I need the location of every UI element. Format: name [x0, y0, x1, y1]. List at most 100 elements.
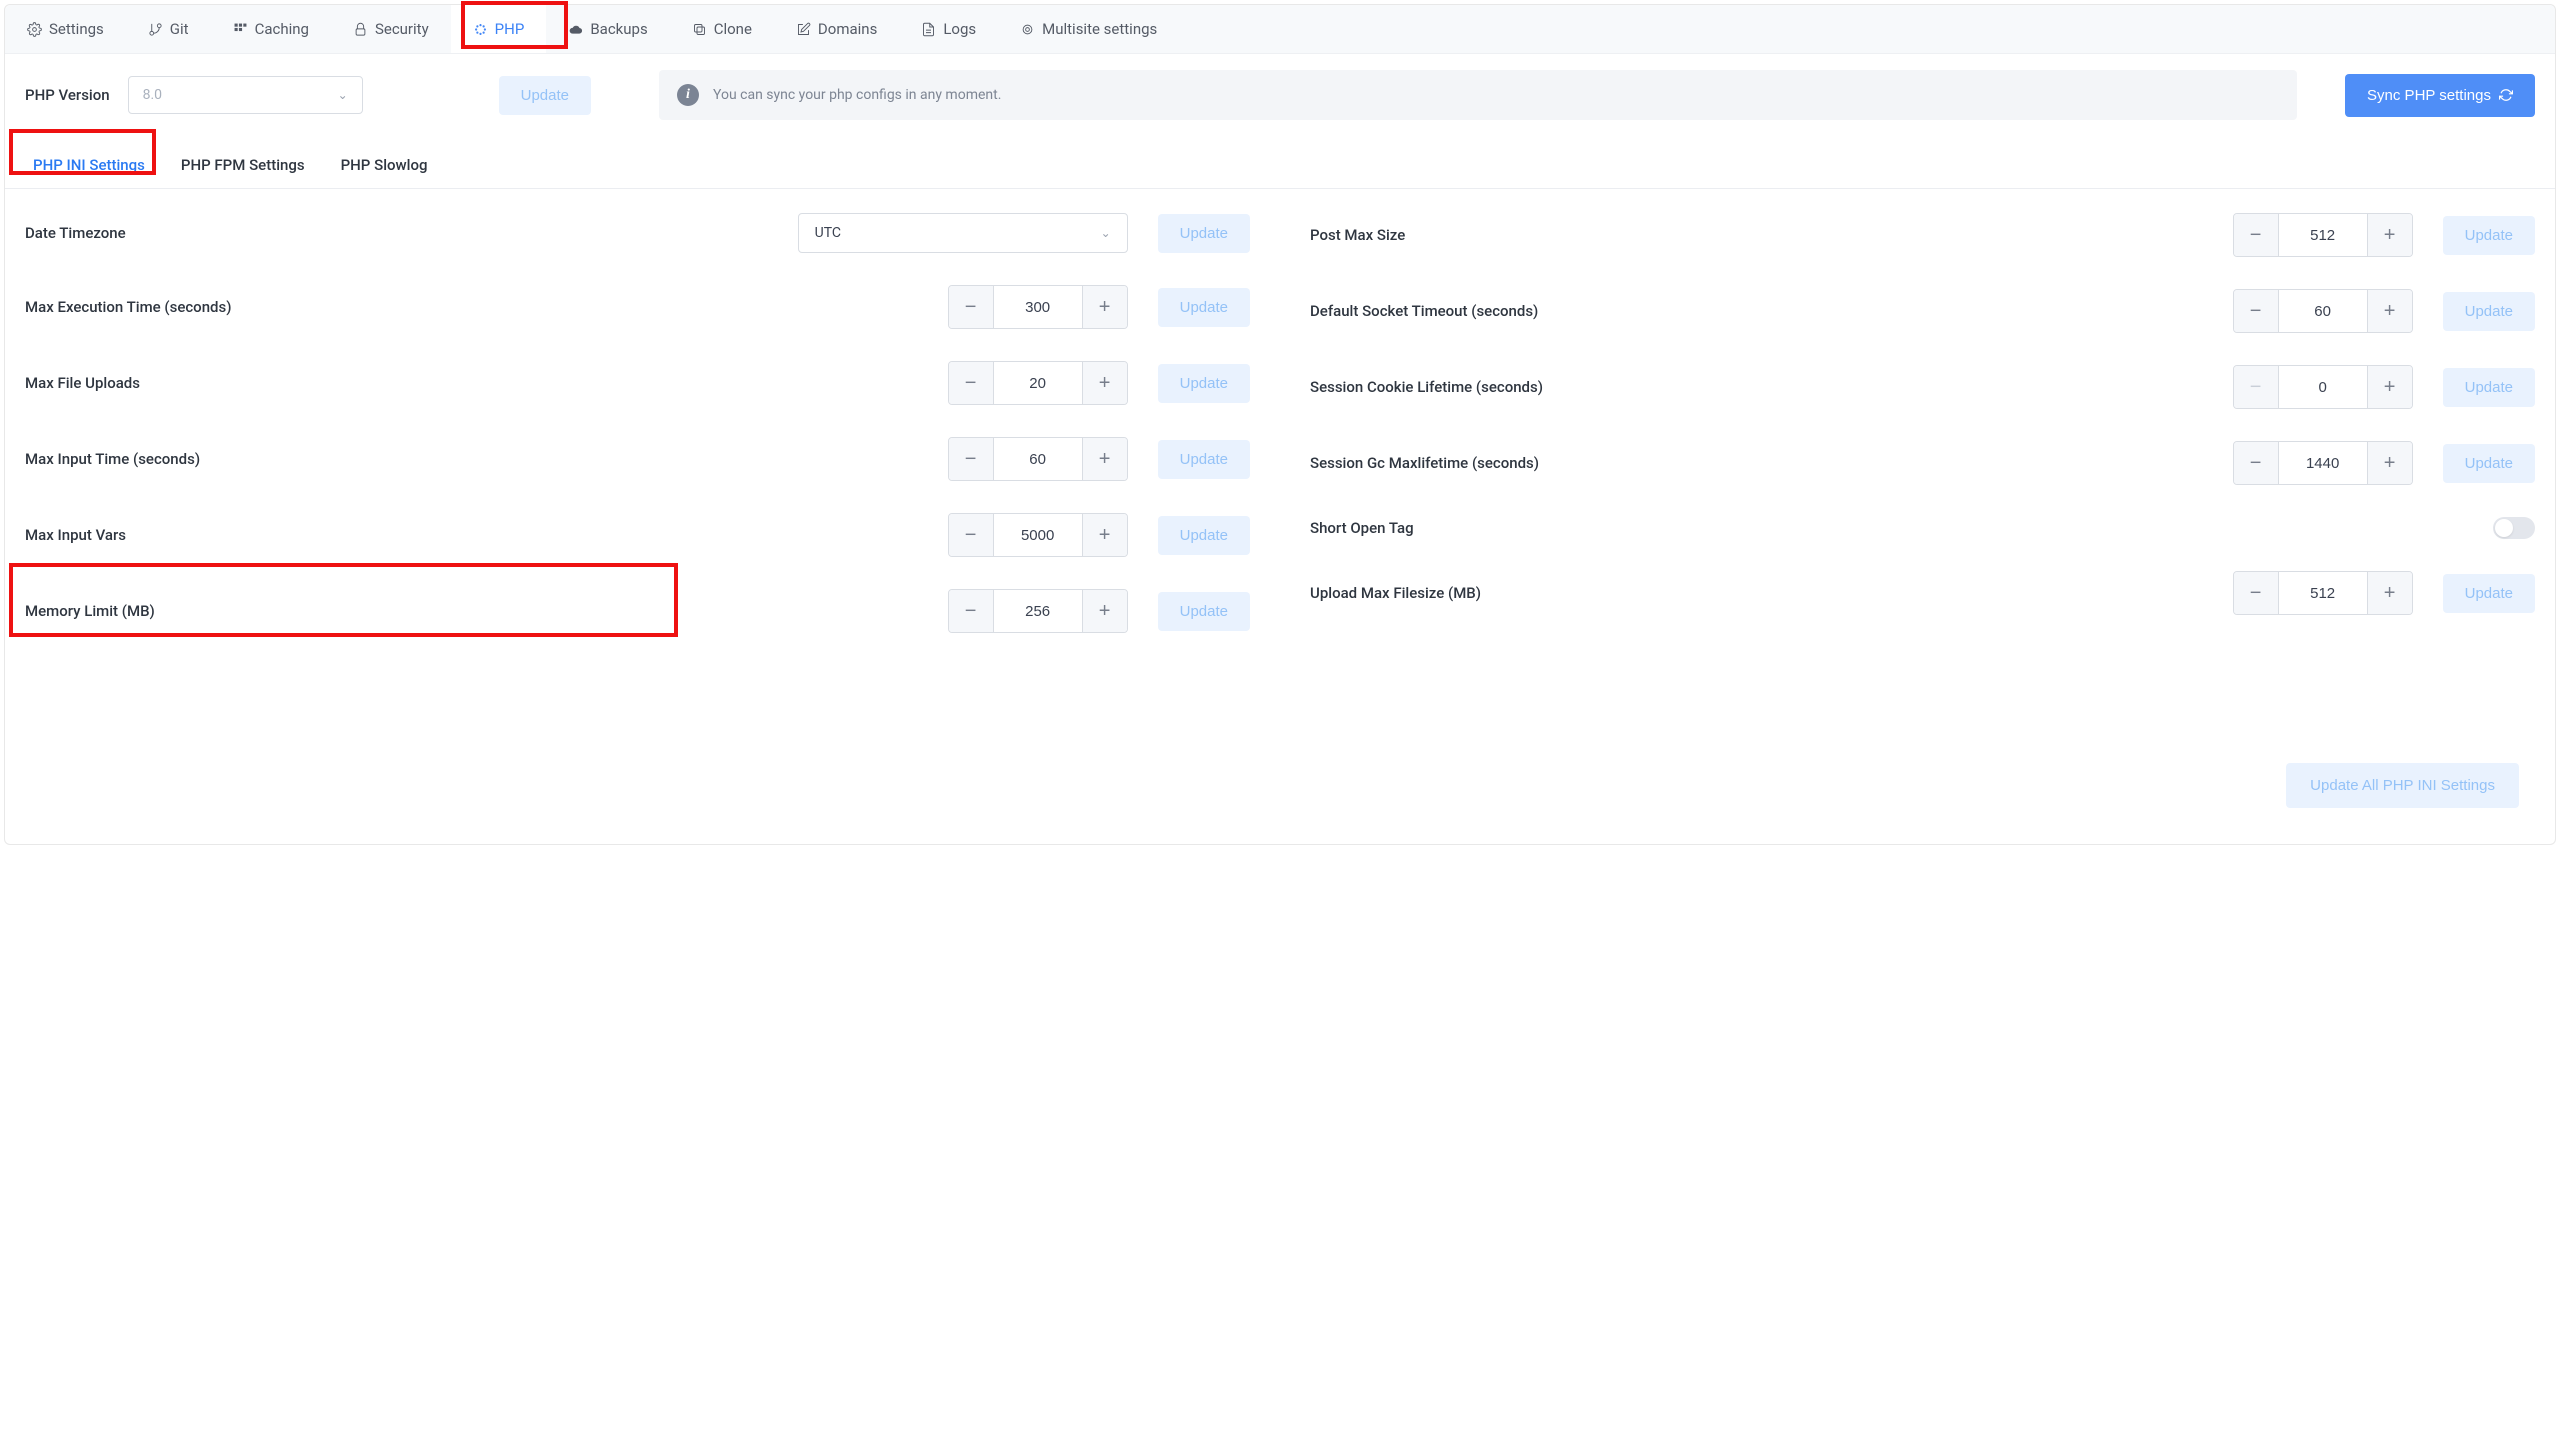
update-button[interactable]: Update: [2443, 216, 2535, 255]
settings-left-column: Date Timezone UTC ⌄ Update Max Execution…: [25, 213, 1250, 633]
update-button[interactable]: Update: [2443, 574, 2535, 613]
file-icon: [921, 22, 936, 37]
minus-button[interactable]: −: [949, 438, 993, 480]
setting-label: Session Gc Maxlifetime (seconds): [1310, 454, 1539, 472]
setting-max-execution-time: Max Execution Time (seconds) − + Update: [25, 285, 1250, 329]
stepper: − +: [2233, 289, 2413, 333]
timezone-value: UTC: [815, 225, 841, 241]
stepper: − +: [948, 437, 1128, 481]
setting-memory-limit: Memory Limit (MB) − + Update: [25, 589, 1250, 633]
minus-button[interactable]: −: [949, 362, 993, 404]
tab-php[interactable]: PHP: [451, 5, 547, 53]
stepper: − +: [948, 285, 1128, 329]
setting-label: Memory Limit (MB): [25, 602, 155, 620]
tab-label: Logs: [943, 20, 976, 38]
value-input[interactable]: [993, 362, 1083, 404]
plus-button[interactable]: +: [1083, 362, 1127, 404]
sync-label: Sync PHP settings: [2367, 87, 2491, 104]
setting-max-file-uploads: Max File Uploads − + Update: [25, 361, 1250, 405]
update-button[interactable]: Update: [1158, 592, 1250, 631]
sub-tab-slowlog[interactable]: PHP Slowlog: [323, 140, 446, 188]
tab-label: Backups: [590, 20, 647, 38]
plus-button[interactable]: +: [2368, 572, 2412, 614]
tab-logs[interactable]: Logs: [899, 5, 998, 53]
php-version-update-button[interactable]: Update: [499, 76, 591, 115]
info-bar: i You can sync your php configs in any m…: [659, 70, 2297, 120]
update-button[interactable]: Update: [1158, 288, 1250, 327]
php-version-row: PHP Version 8.0 ⌄ Update i You can sync …: [5, 54, 2555, 140]
setting-max-input-vars: Max Input Vars − + Update: [25, 513, 1250, 557]
top-tabs: Settings Git Caching Security PHP Backup…: [5, 5, 2555, 54]
tab-backups[interactable]: Backups: [546, 5, 669, 53]
minus-button[interactable]: −: [2234, 572, 2278, 614]
value-input[interactable]: [2278, 214, 2368, 256]
minus-button[interactable]: −: [949, 286, 993, 328]
setting-label: Upload Max Filesize (MB): [1310, 584, 1481, 602]
plus-button[interactable]: +: [2368, 214, 2412, 256]
update-button[interactable]: Update: [2443, 368, 2535, 407]
plus-button[interactable]: +: [2368, 442, 2412, 484]
value-input[interactable]: [993, 514, 1083, 556]
stepper: − +: [948, 589, 1128, 633]
tab-label: Security: [375, 20, 429, 38]
setting-session-gc-maxlifetime: Session Gc Maxlifetime (seconds) − + Upd…: [1310, 441, 2535, 485]
tab-label: Domains: [818, 20, 877, 38]
plus-button[interactable]: +: [2368, 290, 2412, 332]
setting-upload-max-filesize: Upload Max Filesize (MB) − + Update: [1310, 571, 2535, 615]
update-button[interactable]: Update: [2443, 292, 2535, 331]
tab-settings[interactable]: Settings: [5, 5, 126, 53]
gear-icon: [27, 22, 42, 37]
app-container: Settings Git Caching Security PHP Backup…: [4, 4, 2556, 845]
tab-label: Git: [170, 20, 189, 38]
update-button[interactable]: Update: [2443, 444, 2535, 483]
chevron-down-icon: ⌄: [1101, 226, 1111, 240]
minus-button[interactable]: −: [2234, 290, 2278, 332]
php-version-select[interactable]: 8.0 ⌄: [128, 76, 363, 114]
tab-clone[interactable]: Clone: [670, 5, 774, 53]
plus-button[interactable]: +: [2368, 366, 2412, 408]
value-input[interactable]: [2278, 366, 2368, 408]
minus-button[interactable]: −: [949, 514, 993, 556]
tab-git[interactable]: Git: [126, 5, 211, 53]
update-button[interactable]: Update: [1158, 364, 1250, 403]
update-button[interactable]: Update: [1158, 214, 1250, 253]
update-all-button[interactable]: Update All PHP INI Settings: [2286, 763, 2519, 808]
tab-multisite[interactable]: Multisite settings: [998, 5, 1179, 53]
toggle[interactable]: [2493, 517, 2535, 539]
setting-label: Session Cookie Lifetime (seconds): [1310, 378, 1543, 396]
update-button[interactable]: Update: [1158, 440, 1250, 479]
plus-button[interactable]: +: [1083, 438, 1127, 480]
tab-label: PHP: [495, 20, 525, 38]
tab-caching[interactable]: Caching: [211, 5, 331, 53]
sub-tab-ini[interactable]: PHP INI Settings: [15, 140, 163, 188]
minus-button[interactable]: −: [2234, 214, 2278, 256]
minus-button[interactable]: −: [949, 590, 993, 632]
edit-icon: [796, 22, 811, 37]
value-input[interactable]: [2278, 442, 2368, 484]
value-input[interactable]: [993, 590, 1083, 632]
stepper: − +: [2233, 571, 2413, 615]
tab-security[interactable]: Security: [331, 5, 451, 53]
setting-date-timezone: Date Timezone UTC ⌄ Update: [25, 213, 1250, 253]
setting-default-socket-timeout: Default Socket Timeout (seconds) − + Upd…: [1310, 289, 2535, 333]
plus-button[interactable]: +: [1083, 590, 1127, 632]
tab-domains[interactable]: Domains: [774, 5, 899, 53]
clone-icon: [692, 22, 707, 37]
tab-label: Multisite settings: [1042, 20, 1157, 38]
tab-label: Caching: [255, 20, 309, 38]
value-input[interactable]: [993, 438, 1083, 480]
value-input[interactable]: [2278, 572, 2368, 614]
sub-tab-fpm[interactable]: PHP FPM Settings: [163, 140, 323, 188]
update-button[interactable]: Update: [1158, 516, 1250, 555]
sync-php-settings-button[interactable]: Sync PHP settings: [2345, 74, 2535, 117]
value-input[interactable]: [2278, 290, 2368, 332]
stepper: − +: [2233, 365, 2413, 409]
value-input[interactable]: [993, 286, 1083, 328]
minus-button[interactable]: −: [2234, 442, 2278, 484]
setting-max-input-time: Max Input Time (seconds) − + Update: [25, 437, 1250, 481]
stepper: − +: [2233, 441, 2413, 485]
plus-button[interactable]: +: [1083, 286, 1127, 328]
setting-label: Default Socket Timeout (seconds): [1310, 302, 1538, 320]
timezone-select[interactable]: UTC ⌄: [798, 213, 1128, 253]
plus-button[interactable]: +: [1083, 514, 1127, 556]
